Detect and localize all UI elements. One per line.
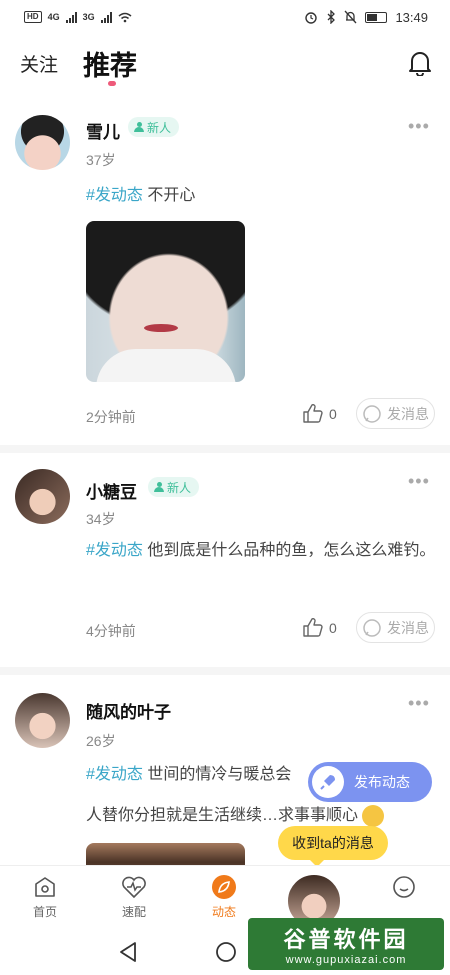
chat-bubble-icon <box>363 404 381 423</box>
status-left: HD 4G 3G <box>24 11 132 23</box>
post-photo[interactable] <box>86 221 245 382</box>
watermark-url: www.gupuxiazai.com <box>285 954 407 966</box>
feed-post: 小糖豆 新人 ••• 34岁 #发动态 他到底是什么品种的鱼，怎么这么难钓。 4… <box>0 453 450 675</box>
feed-post: 雪儿 新人 ••• 37岁 #发动态 不开心 2分钟前 0 发消息 <box>0 98 450 453</box>
home-nav-icon[interactable] <box>215 941 237 963</box>
tab-feed-label: 动态 <box>211 905 236 919</box>
post-tag[interactable]: #发动态 <box>86 766 143 783</box>
site-watermark: 谷普软件园 www.gupuxiazai.com <box>248 918 444 970</box>
publish-label: 发布动态 <box>354 774 410 790</box>
bell-icon[interactable] <box>408 50 432 76</box>
top-header: 关注 推荐 <box>0 36 450 90</box>
tab-active-indicator <box>108 81 116 86</box>
grin-emoji-icon <box>362 804 385 827</box>
more-icon[interactable]: ••• <box>408 471 430 492</box>
bluetooth-icon <box>327 10 336 24</box>
badge-label: 新人 <box>147 120 172 135</box>
post-text: #发动态 不开心 <box>86 180 436 211</box>
post-text-line2: 人替你分担就是生活继续…求事事顺心 <box>86 800 436 831</box>
signal-icon <box>65 11 77 23</box>
network-3g: 3G <box>82 12 95 22</box>
send-message-button[interactable]: 发消息 <box>356 398 435 429</box>
post-body: 他到底是什么品种的鱼，怎么这么难钓。 <box>147 542 436 559</box>
photo-shirt <box>96 349 236 382</box>
post-body: 不开心 <box>147 187 196 204</box>
like-button[interactable]: 0 <box>303 404 337 423</box>
alarm-icon <box>305 12 318 24</box>
rocket-icon <box>312 766 344 798</box>
post-body-2: 人替你分担就是生活继续…求事事顺心 <box>86 807 359 824</box>
network-4g: 4G <box>47 12 60 22</box>
mute-icon <box>344 10 357 24</box>
more-icon[interactable]: ••• <box>408 693 430 714</box>
send-message-label: 发消息 <box>387 619 429 636</box>
home-icon <box>32 874 58 900</box>
tab-follow[interactable]: 关注 <box>20 50 58 77</box>
back-icon[interactable] <box>118 941 138 963</box>
avatar[interactable] <box>15 469 70 524</box>
tab-match-label: 速配 <box>121 905 146 919</box>
toast-label: 收到ta的消息 <box>292 835 374 851</box>
photo-lips <box>144 324 178 332</box>
like-count: 0 <box>329 619 337 636</box>
user-age: 34岁 <box>86 511 116 527</box>
like-button[interactable]: 0 <box>303 618 337 637</box>
person-icon <box>134 122 144 132</box>
post-tag[interactable]: #发动态 <box>86 542 143 559</box>
chat-bubble-icon <box>363 618 381 637</box>
badge-label: 新人 <box>167 480 192 495</box>
user-name[interactable]: 小糖豆 <box>86 478 137 503</box>
message-toast[interactable]: 收到ta的消息 <box>278 826 388 867</box>
user-age: 26岁 <box>86 733 116 749</box>
user-age: 37岁 <box>86 152 116 168</box>
user-name[interactable]: 随风的叶子 <box>86 698 171 723</box>
feed-list: 雪儿 新人 ••• 37岁 #发动态 不开心 2分钟前 0 发消息 小糖豆 新人… <box>0 98 450 875</box>
battery-icon <box>365 11 388 23</box>
signal-icon-2 <box>100 11 112 23</box>
send-message-button[interactable]: 发消息 <box>356 612 435 643</box>
like-count: 0 <box>329 405 337 422</box>
thumbs-up-icon <box>303 404 323 423</box>
more-icon[interactable]: ••• <box>408 116 430 137</box>
post-tag[interactable]: #发动态 <box>86 187 143 204</box>
status-time: 13:49 <box>395 9 428 25</box>
status-bar: HD 4G 3G 13:49 <box>0 0 450 34</box>
heartbeat-icon <box>121 874 147 900</box>
thumbs-up-icon <box>303 618 323 637</box>
user-name[interactable]: 雪儿 <box>86 118 120 143</box>
hd-indicator: HD <box>24 11 42 23</box>
post-time: 2分钟前 <box>86 409 136 425</box>
tab-match[interactable]: 速配 <box>104 874 164 920</box>
status-right: 13:49 <box>304 10 428 25</box>
avatar[interactable] <box>15 693 70 748</box>
wifi-icon <box>118 12 132 22</box>
leaf-icon <box>211 874 237 900</box>
tab-feed[interactable]: 动态 <box>194 874 254 920</box>
person-icon <box>154 482 164 492</box>
post-text: #发动态 他到底是什么品种的鱼，怎么这么难钓。 <box>86 535 436 566</box>
tab-recommend[interactable]: 推荐 <box>83 44 137 83</box>
post-body: 世间的情冷与暖总会 <box>147 766 292 783</box>
post-time: 4分钟前 <box>86 623 136 639</box>
publish-button[interactable]: 发布动态 <box>308 762 432 802</box>
new-user-badge: 新人 <box>148 477 200 497</box>
tab-home-label: 首页 <box>32 905 57 919</box>
new-user-badge: 新人 <box>128 117 180 137</box>
tab-me[interactable] <box>374 874 434 900</box>
tab-home[interactable]: 首页 <box>15 874 75 920</box>
avatar[interactable] <box>15 115 70 170</box>
smile-icon <box>391 874 417 900</box>
watermark-title: 谷普软件园 <box>283 927 409 952</box>
send-message-label: 发消息 <box>387 405 429 422</box>
